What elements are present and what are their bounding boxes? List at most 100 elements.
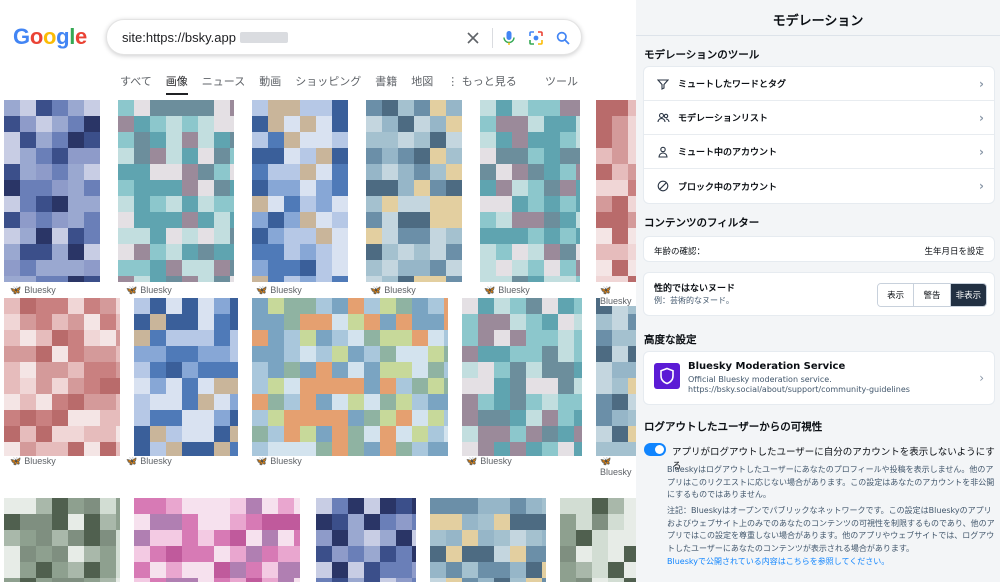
butterfly-icon: 🦋 [466,456,478,466]
source-name: Bluesky [480,456,512,466]
muted-accounts-row[interactable]: ミュート中のアカウント › [644,135,994,169]
tab-5[interactable]: 書籍 [375,73,397,95]
image-thumbnail[interactable] [4,498,120,582]
chevron-right-icon: › [979,76,984,91]
image-thumbnail[interactable] [252,100,348,282]
butterfly-icon: 🦋 [256,456,268,466]
row-label: ミュートしたワードとタグ [678,80,787,90]
result-source-label[interactable]: 🦋Bluesky [256,456,306,467]
nudity-option-0[interactable]: 表示 [878,284,915,306]
nudity-filter-row: 性的ではないヌード 例：芸術的なヌード。 表示 警告 非表示 [643,272,995,316]
tab-3[interactable]: 動画 [259,73,281,95]
butterfly-icon: 🦋 [484,285,496,295]
image-thumbnail[interactable] [316,498,416,582]
source-name: Bluesky [498,285,530,295]
result-source-label[interactable]: 🦋Bluesky [600,456,636,477]
butterfly-icon: 🦋 [10,456,22,466]
google-logo[interactable]: Google [13,24,87,50]
image-thumbnail[interactable] [430,498,546,582]
lens-icon[interactable] [526,28,546,48]
moderation-service-card[interactable]: Bluesky Moderation Service Official Blue… [643,351,995,405]
butterfly-icon: 🦋 [10,285,22,295]
tab-7[interactable]: ⋮ もっと見る [447,73,517,95]
image-thumbnail[interactable] [252,298,448,456]
nudity-example: 例：芸術的なヌード。 [654,296,734,305]
image-thumbnail[interactable] [118,100,234,282]
row-label: ミュート中のアカウント [678,148,778,158]
result-source-label[interactable]: 🦋Bluesky [10,285,60,296]
page-title: モデレーション [772,14,864,29]
source-name: Bluesky [24,456,56,466]
tools-heading: モデレーションのツール [644,49,760,61]
blocked-accounts-row[interactable]: ブロック中のアカウント › [644,169,994,203]
chevron-right-icon: › [979,110,984,125]
image-thumbnail[interactable] [560,498,636,582]
search-icon[interactable] [553,28,573,48]
source-name: Bluesky [140,285,172,295]
image-thumbnail[interactable] [462,298,582,456]
muted-words-row[interactable]: ミュートしたワードとタグ › [644,67,994,101]
image-thumbnail[interactable] [596,298,636,456]
advanced-heading: 高度な設定 [644,334,697,346]
nudity-option-2[interactable]: 非表示 [950,284,986,306]
result-source-label[interactable]: 🦋Bluesky [10,456,60,467]
image-thumbnail[interactable] [366,100,462,282]
result-source-label[interactable]: 🦋Bluesky [126,456,176,467]
tab-0[interactable]: すべて [120,73,152,95]
source-name: Bluesky [600,296,632,306]
blurred-query-text [239,32,288,43]
image-thumbnail[interactable] [134,298,238,456]
nudity-segmented-control: 表示 警告 非表示 [877,283,987,307]
clear-icon[interactable] [463,28,483,48]
source-name: Bluesky [600,467,632,477]
image-thumbnail[interactable] [4,298,120,456]
visibility-explanation: Blueskyはログアウトしたユーザーにあなたのプロフィールや投稿を表示しません… [667,465,995,499]
source-name: Bluesky [270,285,302,295]
tab-1[interactable]: 画像 [165,73,188,95]
search-input[interactable]: site:https://bsky.app [122,30,288,45]
image-results-grid [4,100,636,582]
people-icon [656,111,670,125]
image-thumbnail[interactable] [596,100,636,282]
tab-2[interactable]: ニュース [202,73,245,95]
chevron-right-icon: › [979,144,984,159]
search-box[interactable]: site:https://bsky.app [106,19,582,55]
tools-button[interactable]: ツール [545,73,578,89]
search-divider [492,28,493,48]
visibility-note: 注記：Blueskyはオープンでパブリックなネットワークです。この設定はBlue… [667,506,995,553]
source-name: Bluesky [384,285,416,295]
source-name: Bluesky [140,456,172,466]
logo-letter: o [42,24,57,49]
logo-letter: g [56,24,70,49]
nudity-option-1[interactable]: 警告 [914,284,951,306]
result-source-label[interactable]: 🦋Bluesky [600,285,636,306]
person-icon [656,145,670,159]
service-url: https://bsky.social/about/support/commun… [688,385,910,394]
image-thumbnail[interactable] [134,498,300,582]
result-source-label[interactable]: 🦋Bluesky [484,285,534,296]
service-name: Bluesky Moderation Service [688,361,846,372]
filter-heading: コンテンツのフィルター [644,217,760,229]
butterfly-icon: 🦋 [126,456,138,466]
result-source-label[interactable]: 🦋Bluesky [466,456,516,467]
visibility-heading: ログアウトしたユーザーからの可視性 [644,421,823,433]
block-icon [656,179,670,193]
result-source-label[interactable]: 🦋Bluesky [370,285,420,296]
result-source-label[interactable]: 🦋Bluesky [256,285,306,296]
image-thumbnail[interactable] [4,100,100,282]
service-description: Official Bluesky moderation service. [688,375,832,384]
header-divider [636,35,1000,36]
logo-letter: o [29,24,43,49]
logged-out-visibility-toggle[interactable] [644,443,666,456]
moderation-lists-row[interactable]: モデレーションリスト › [644,101,994,135]
row-label: ブロック中のアカウント [678,182,778,193]
tools-card: ミュートしたワードとタグ › モデレーションリスト › ミュート中のアカウント … [643,66,995,204]
learn-more-link[interactable]: Blueskyで公開されている内容はこちらを参照してください。 [667,556,889,567]
tab-6[interactable]: 地図 [411,73,433,95]
tab-4[interactable]: ショッピング [295,73,361,95]
result-source-label[interactable]: 🦋Bluesky [126,285,176,296]
set-birthdate-button[interactable]: 生年月日を設定 [924,245,984,257]
nudity-title: 性的ではないヌード [654,284,736,294]
mic-icon[interactable] [499,28,519,48]
image-thumbnail[interactable] [480,100,580,282]
